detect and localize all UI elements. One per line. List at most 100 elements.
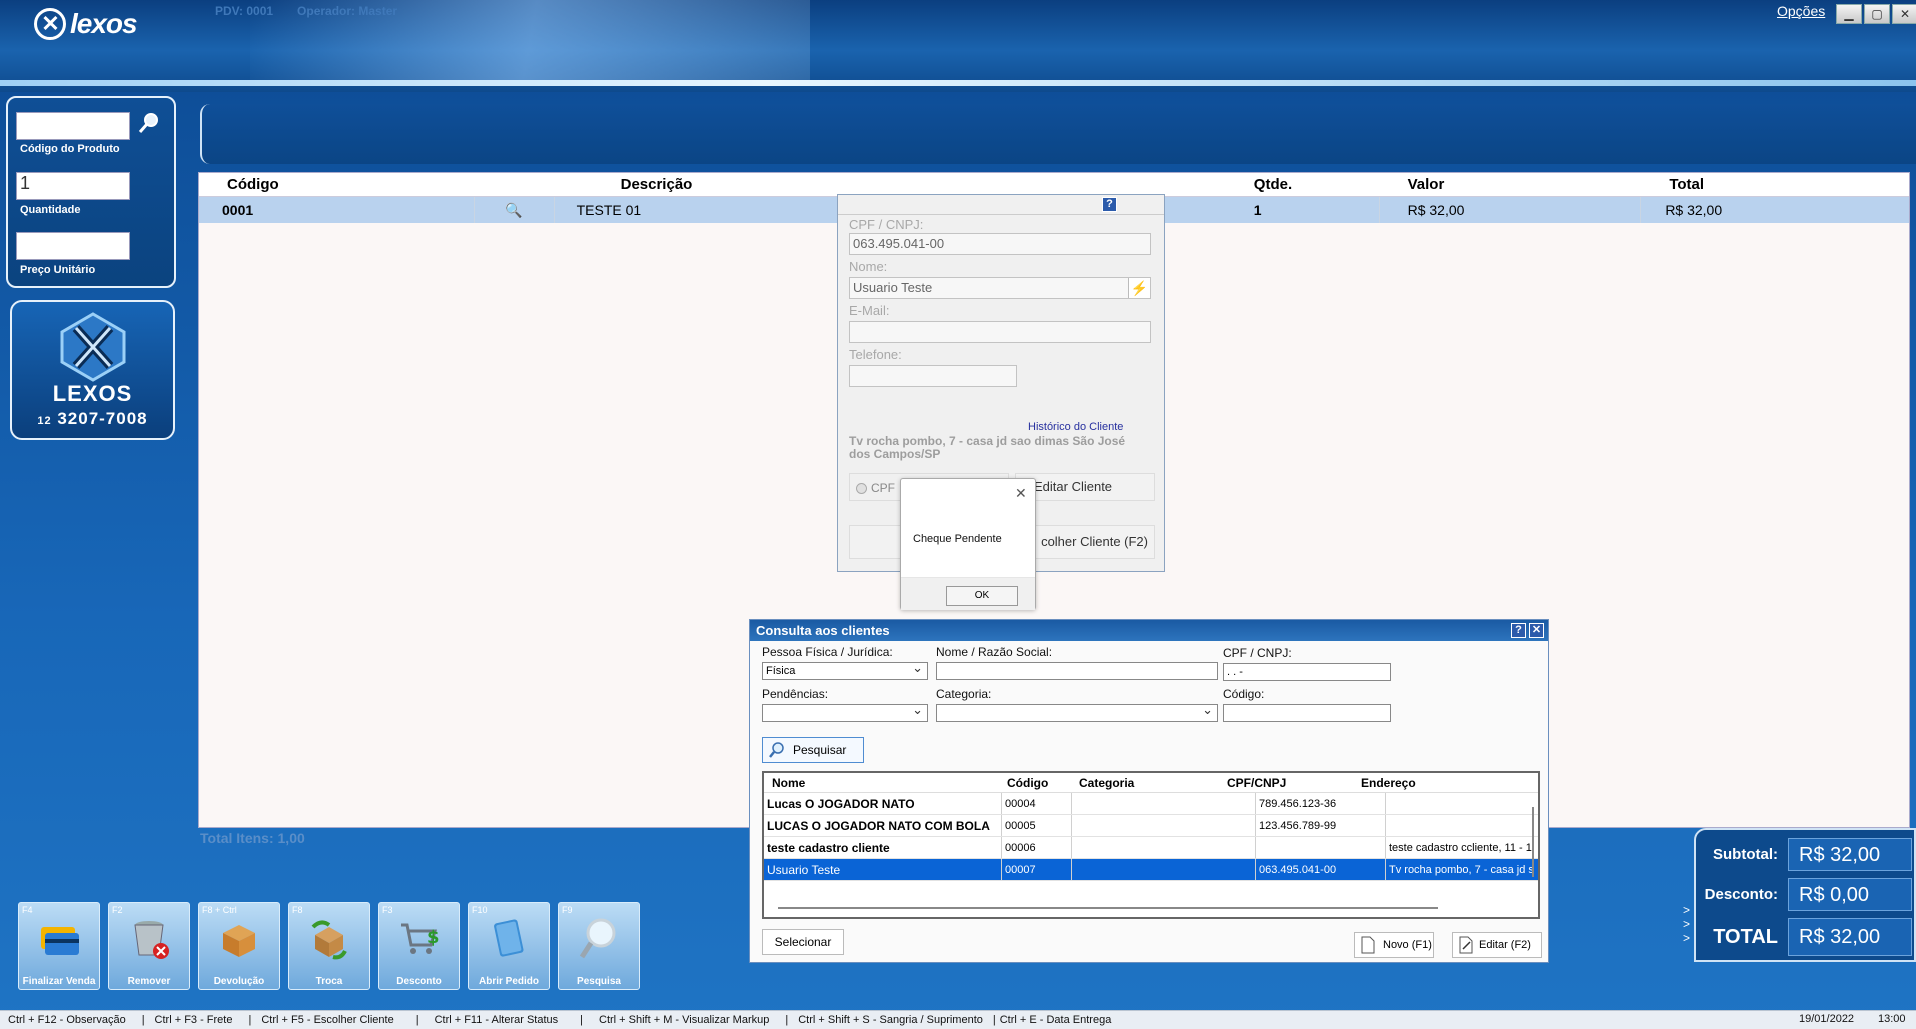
col-codigo: Código: [1007, 776, 1049, 790]
search-icon: [769, 742, 784, 758]
ok-button[interactable]: OK: [946, 586, 1018, 606]
col-categoria: Categoria: [1079, 776, 1135, 790]
cpf-label: CPF / CNPJ:: [849, 217, 924, 232]
quantity-input[interactable]: 1: [16, 172, 130, 200]
message-text: Cheque Pendente: [913, 533, 1002, 545]
cell-valor: R$ 32,00: [1380, 197, 1642, 223]
help-icon[interactable]: ?: [1102, 197, 1117, 212]
finalizar-venda-button[interactable]: F4 Finalizar Venda: [18, 902, 100, 990]
col-nome: Nome: [772, 776, 806, 790]
table-row[interactable]: teste cadastro cliente 00006 teste cadas…: [764, 837, 1538, 859]
lexos-x-logo-icon: [60, 312, 125, 382]
col-descricao: Descrição: [620, 176, 693, 193]
lightning-icon[interactable]: ⚡: [1128, 278, 1150, 298]
edit-document-icon: [1459, 936, 1473, 954]
unit-price-input[interactable]: [16, 232, 130, 260]
cpf-field[interactable]: 063.495.041-00: [849, 233, 1151, 255]
troca-button[interactable]: F8 Troca: [288, 902, 370, 990]
pesquisa-button[interactable]: F9 Pesquisa: [558, 902, 640, 990]
horizontal-scrollbar[interactable]: [778, 907, 1438, 909]
exchange-icon: [311, 920, 347, 960]
codigo-label: Código:: [1223, 687, 1265, 701]
close-icon[interactable]: ✕: [1529, 623, 1544, 638]
col-valor: Valor: [1407, 176, 1445, 193]
abrir-pedido-button[interactable]: F10 Abrir Pedido: [468, 902, 550, 990]
product-entry-panel: Código do Produto 1 Quantidade Preço Uni…: [6, 96, 176, 288]
pdv-number: PDV: 0001: [215, 4, 274, 18]
window-controls: ▁ ▢ ✕: [1836, 4, 1916, 24]
col-total: Total: [1669, 176, 1705, 193]
devolucao-button[interactable]: F8 + Ctrl Devolução: [198, 902, 280, 990]
pessoa-select[interactable]: Física: [762, 660, 928, 680]
magnifier-icon: [579, 918, 616, 959]
subtotal-row: Subtotal: R$ 32,00: [1696, 838, 1912, 871]
minimize-icon[interactable]: ▁: [1836, 4, 1862, 24]
shortcut-observacao: Ctrl + F12 - Observação: [8, 1014, 126, 1026]
trash-icon: [134, 921, 169, 959]
telefone-label: Telefone:: [849, 347, 902, 362]
product-code-input[interactable]: [16, 112, 130, 140]
brand-phone: 12 3207-7008: [37, 409, 148, 428]
table-header: Nome Código Categoria CPF/CNPJ Endereço: [764, 773, 1538, 793]
email-field[interactable]: [849, 321, 1151, 343]
close-icon[interactable]: ✕: [1892, 4, 1916, 24]
col-endereco: Endereço: [1361, 776, 1416, 790]
nome-razao-label: Nome / Razão Social:: [936, 645, 1053, 659]
pesquisar-button[interactable]: Pesquisar: [762, 737, 864, 763]
desconto-button[interactable]: F3 $ Desconto: [378, 902, 460, 990]
novo-button[interactable]: Novo (F1): [1354, 932, 1434, 958]
col-cpf: CPF/CNPJ: [1227, 776, 1287, 790]
pendencias-select[interactable]: [762, 702, 928, 722]
client-address: Tv rocha pombo, 7 - casa jd sao dimas Sã…: [849, 434, 1126, 461]
table-row[interactable]: LUCAS O JOGADOR NATO COM BOLA 00005 123.…: [764, 815, 1538, 837]
help-icon[interactable]: ?: [1511, 623, 1526, 638]
categoria-label: Categoria:: [936, 687, 992, 701]
search-icon[interactable]: [138, 112, 160, 134]
scroll-arrows[interactable]: > > >: [1683, 903, 1690, 945]
pos-window: ✕ lexos PDV: 0001 Operador: Master Opçõe…: [0, 0, 1916, 1029]
selecionar-button[interactable]: Selecionar: [762, 929, 844, 955]
shortcut-alterar-status: Ctrl + F11 - Alterar Status: [434, 1014, 559, 1026]
remover-button[interactable]: F2 Remover: [108, 902, 190, 990]
telefone-field[interactable]: [849, 365, 1017, 387]
clients-table: Nome Código Categoria CPF/CNPJ Endereço …: [762, 771, 1540, 919]
nome-field[interactable]: Usuario Teste ⚡: [849, 277, 1151, 299]
brand-name: LEXOS: [52, 381, 133, 406]
col-qtde: Qtde.: [1253, 176, 1293, 193]
codigo-input[interactable]: [1223, 704, 1391, 722]
table-row[interactable]: Lucas O JOGADOR NATO 00004 789.456.123-3…: [764, 793, 1538, 815]
svg-text:$: $: [427, 927, 440, 948]
nome-razao-input[interactable]: [936, 662, 1218, 680]
view-item-icon[interactable]: 🔍: [475, 197, 555, 223]
maximize-icon[interactable]: ▢: [1864, 4, 1890, 24]
desconto-row: Desconto: R$ 0,00: [1696, 878, 1912, 911]
options-link[interactable]: Opções: [1777, 3, 1825, 19]
email-label: E-Mail:: [849, 303, 890, 318]
desconto-value: R$ 0,00: [1788, 878, 1912, 911]
new-document-icon: [1361, 936, 1375, 954]
pessoa-label: Pessoa Física / Jurídica:: [762, 645, 893, 659]
vertical-scrollbar[interactable]: [1532, 807, 1534, 877]
header-banner: ✕ lexos PDV: 0001 Operador: Master Opçõe…: [0, 0, 1916, 92]
product-code-label: Código do Produto: [20, 143, 120, 155]
nome-label: Nome:: [849, 259, 888, 274]
info-bar: [200, 104, 1916, 164]
close-icon[interactable]: ✕: [1015, 485, 1027, 502]
credit-card-icon: [41, 927, 79, 955]
historico-cliente-link[interactable]: Histórico do Cliente: [1028, 421, 1123, 433]
quantity-label: Quantidade: [20, 204, 81, 216]
subtotal-value: R$ 32,00: [1788, 838, 1912, 871]
app-logo: ✕ lexos: [34, 8, 138, 40]
categoria-select[interactable]: [936, 702, 1218, 722]
pendencias-label: Pendências:: [762, 687, 829, 701]
brand-box: LEXOS 12 3207-7008: [10, 300, 175, 440]
total-value: R$ 32,00: [1788, 918, 1912, 956]
editar-button[interactable]: Editar (F2): [1452, 932, 1542, 958]
folder-icon: [494, 919, 524, 957]
cpf-cnpj-input[interactable]: . . -: [1223, 663, 1391, 681]
total-items: Total Itens: 1,00: [200, 830, 305, 846]
status-date: 19/01/2022: [1799, 1013, 1855, 1025]
shortcut-visualizar-markup: Ctrl + Shift + M - Visualizar Markup: [599, 1014, 770, 1026]
table-row-selected[interactable]: Usuario Teste 00007 063.495.041-00 Tv ro…: [764, 859, 1538, 881]
editar-cliente-button[interactable]: Editar Cliente: [1015, 473, 1155, 501]
